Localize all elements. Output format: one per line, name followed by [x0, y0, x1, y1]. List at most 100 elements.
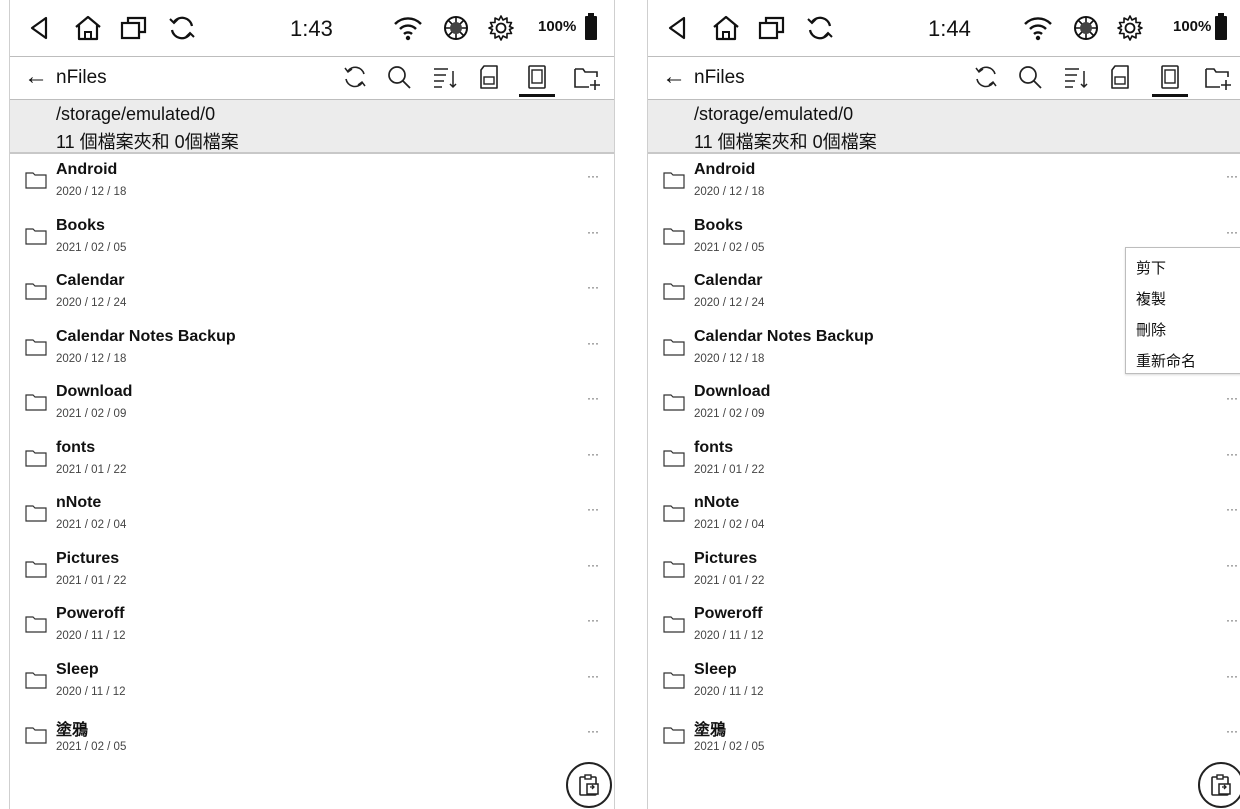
- menu-item-delete[interactable]: 刪除: [1136, 319, 1166, 340]
- list-item[interactable]: Download 2021 / 02 / 09 ···: [10, 377, 614, 433]
- recent-apps-icon[interactable]: [118, 14, 150, 42]
- list-item[interactable]: Pictures 2021 / 01 / 22 ···: [648, 544, 1240, 600]
- more-button[interactable]: ···: [587, 225, 599, 239]
- list-item[interactable]: nNote 2021 / 02 / 04 ···: [10, 488, 614, 544]
- more-button[interactable]: ···: [587, 558, 599, 572]
- file-date: 2021 / 02 / 05: [56, 741, 127, 753]
- more-button[interactable]: ···: [587, 280, 599, 294]
- folder-icon: [663, 171, 685, 189]
- item-count: 11 個檔案夾和 0個檔案: [694, 132, 877, 152]
- list-item[interactable]: Android 2020 / 12 / 18 ···: [10, 155, 614, 211]
- file-name: fonts: [694, 438, 734, 456]
- refresh-icon[interactable]: [166, 14, 198, 42]
- file-name: Poweroff: [694, 605, 763, 622]
- folder-icon: [25, 282, 47, 300]
- internal-storage-icon[interactable]: [1152, 63, 1188, 97]
- search-icon[interactable]: [1016, 63, 1044, 91]
- folder-icon: [25, 560, 47, 578]
- more-button[interactable]: ···: [1226, 669, 1238, 683]
- refresh-icon[interactable]: [972, 63, 1000, 91]
- search-icon[interactable]: [385, 63, 413, 91]
- wifi-icon: [1022, 14, 1054, 42]
- more-button[interactable]: ···: [1226, 613, 1238, 627]
- gear-icon[interactable]: [485, 14, 517, 42]
- list-item[interactable]: Pictures 2021 / 01 / 22 ···: [10, 544, 614, 600]
- folder-icon: [663, 726, 685, 744]
- paste-button[interactable]: [566, 762, 612, 808]
- more-button[interactable]: ···: [1226, 558, 1238, 572]
- list-item[interactable]: fonts 2021 / 01 / 22 ···: [648, 433, 1240, 489]
- refresh-icon[interactable]: [341, 63, 369, 91]
- list-item[interactable]: fonts 2021 / 01 / 22 ···: [10, 433, 614, 489]
- file-name: nNote: [694, 494, 740, 511]
- status-bar: 1:43 100%: [10, 0, 614, 57]
- folder-icon: [663, 393, 685, 411]
- more-button[interactable]: ···: [587, 669, 599, 683]
- list-item[interactable]: Sleep 2020 / 11 / 12 ···: [10, 655, 614, 711]
- back-triangle-icon[interactable]: [662, 14, 694, 42]
- refresh-icon[interactable]: [804, 14, 836, 42]
- more-button[interactable]: ···: [1226, 391, 1238, 405]
- wifi-icon: [392, 14, 424, 42]
- sort-icon[interactable]: [431, 63, 459, 91]
- more-button[interactable]: ···: [1226, 169, 1238, 183]
- back-arrow-icon[interactable]: ←: [24, 63, 48, 91]
- more-button[interactable]: ···: [587, 447, 599, 461]
- more-button[interactable]: ···: [587, 613, 599, 627]
- menu-item-copy[interactable]: 複製: [1136, 288, 1166, 309]
- sd-card-icon[interactable]: [475, 63, 503, 91]
- file-date: 2020 / 12 / 18: [694, 186, 765, 198]
- file-name: Poweroff: [56, 605, 125, 622]
- back-triangle-icon[interactable]: [24, 14, 56, 42]
- home-icon[interactable]: [72, 14, 104, 42]
- right-screen: 1:44 100% ← nFiles /storage/emulated/0 1…: [647, 0, 1240, 809]
- file-date: 2021 / 02 / 05: [694, 741, 765, 753]
- paste-button[interactable]: [1198, 762, 1240, 808]
- file-name: Sleep: [694, 660, 737, 678]
- more-button[interactable]: ···: [587, 724, 599, 738]
- gear-icon[interactable]: [1114, 14, 1146, 42]
- more-button[interactable]: ···: [1226, 724, 1238, 738]
- file-name: Calendar Notes Backup: [694, 327, 874, 345]
- list-item[interactable]: nNote 2021 / 02 / 04 ···: [648, 488, 1240, 544]
- list-item[interactable]: Calendar 2020 / 12 / 24 ···: [10, 266, 614, 322]
- internal-storage-icon[interactable]: [519, 63, 555, 97]
- more-button[interactable]: ···: [587, 169, 599, 183]
- file-date: 2020 / 12 / 24: [56, 297, 127, 309]
- more-button[interactable]: ···: [587, 391, 599, 405]
- folder-icon: [663, 671, 685, 689]
- menu-item-rename[interactable]: 重新命名: [1136, 350, 1196, 371]
- list-item[interactable]: Books 2021 / 02 / 05 ···: [10, 211, 614, 267]
- battery-icon: [1215, 13, 1227, 40]
- home-icon[interactable]: [710, 14, 742, 42]
- list-item[interactable]: Poweroff 2020 / 11 / 12 ···: [10, 599, 614, 655]
- more-button[interactable]: ···: [1226, 447, 1238, 461]
- new-folder-icon[interactable]: [573, 63, 601, 91]
- more-button[interactable]: ···: [587, 502, 599, 516]
- list-item[interactable]: 塗鴉 2021 / 02 / 05 ···: [648, 710, 1240, 766]
- list-item[interactable]: Sleep 2020 / 11 / 12 ···: [648, 655, 1240, 711]
- battery-icon: [585, 13, 597, 40]
- menu-item-cut[interactable]: 剪下: [1136, 257, 1166, 278]
- more-button[interactable]: ···: [1226, 225, 1238, 239]
- recent-apps-icon[interactable]: [756, 14, 788, 42]
- status-bar: 1:44 100%: [648, 0, 1240, 57]
- context-menu: 剪下 複製 刪除 重新命名: [1125, 247, 1240, 374]
- folder-icon: [25, 504, 47, 522]
- file-date: 2021 / 01 / 22: [56, 574, 127, 587]
- list-item[interactable]: Calendar Notes Backup 2020 / 12 / 18 ···: [10, 322, 614, 378]
- folder-icon: [25, 393, 47, 411]
- back-arrow-icon[interactable]: ←: [662, 63, 686, 91]
- folder-icon: [25, 338, 47, 356]
- file-name: Android: [694, 161, 756, 178]
- list-item[interactable]: 塗鴉 2021 / 02 / 05 ···: [10, 710, 614, 766]
- list-item[interactable]: Android 2020 / 12 / 18 ···: [648, 155, 1240, 211]
- list-item[interactable]: Poweroff 2020 / 11 / 12 ···: [648, 599, 1240, 655]
- new-folder-icon[interactable]: [1204, 63, 1232, 91]
- sort-icon[interactable]: [1062, 63, 1090, 91]
- more-button[interactable]: ···: [1226, 502, 1238, 516]
- list-item[interactable]: Download 2021 / 02 / 09 ···: [648, 377, 1240, 433]
- file-date: 2021 / 02 / 09: [694, 408, 765, 420]
- more-button[interactable]: ···: [587, 336, 599, 350]
- sd-card-icon[interactable]: [1106, 63, 1134, 91]
